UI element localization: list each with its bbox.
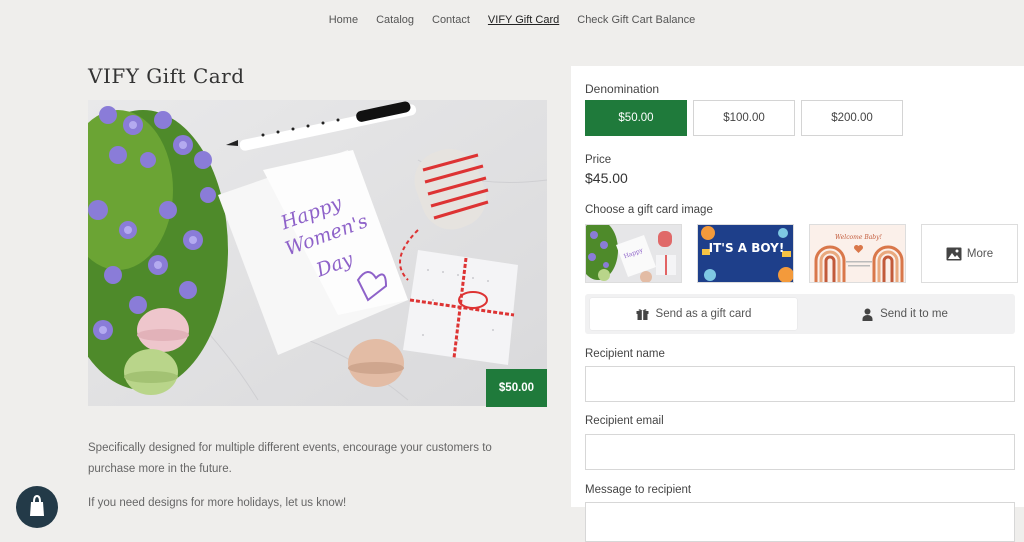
recipient-name-label: Recipient name: [585, 348, 665, 360]
nav-vify-gift-card[interactable]: VIFY Gift Card: [488, 14, 559, 26]
message-input[interactable]: [585, 502, 1015, 542]
denomination-option-50[interactable]: $50.00: [585, 100, 687, 136]
description-paragraph: If you need designs for more holidays, l…: [88, 497, 347, 509]
recipient-email-input[interactable]: [585, 434, 1015, 470]
thumbnail-its-a-boy[interactable]: IT'S A BOY!: [697, 224, 794, 283]
page-title: VIFY Gift Card: [88, 64, 245, 88]
thumbnail-womens-day[interactable]: Happy: [585, 224, 682, 283]
price-badge: $50.00: [486, 369, 547, 407]
more-images-button[interactable]: More: [921, 224, 1018, 283]
recipient-email-label: Recipient email: [585, 415, 664, 427]
chat-widget-button[interactable]: [16, 486, 58, 528]
top-navigation: Home Catalog Contact VIFY Gift Card Chec…: [0, 0, 1024, 40]
denomination-option-200[interactable]: $200.00: [801, 100, 903, 136]
send-as-gift-label: Send as a gift card: [655, 308, 752, 320]
recipient-name-input[interactable]: [585, 366, 1015, 402]
nav-catalog[interactable]: Catalog: [376, 14, 414, 26]
send-to-me-option[interactable]: Send it to me: [800, 298, 1010, 330]
product-description: Specifically designed for multiple diffe…: [88, 438, 538, 527]
send-as-gift-option[interactable]: Send as a gift card: [590, 298, 797, 330]
gift-card-thumbnails: Happy IT'S A BOY! Welcome Baby! More: [585, 224, 1018, 283]
shopping-bag-icon: [30, 494, 44, 516]
nav-check-balance[interactable]: Check Gift Cart Balance: [577, 14, 695, 26]
nav-home[interactable]: Home: [329, 14, 358, 26]
price-label: Price: [585, 154, 612, 166]
send-to-me-label: Send it to me: [880, 308, 948, 320]
thumbnail-welcome-baby[interactable]: Welcome Baby!: [809, 224, 906, 283]
thumbnail-text: Welcome Baby!: [835, 234, 882, 241]
user-icon: [862, 308, 873, 321]
image-icon: [946, 247, 962, 260]
description-paragraph: Specifically designed for multiple diffe…: [88, 442, 492, 475]
price-value: $45.00: [585, 170, 628, 186]
gift-box: [403, 250, 518, 365]
product-image: Happy Women's Day: [88, 100, 547, 406]
nav-contact[interactable]: Contact: [432, 14, 470, 26]
thumbnail-text: IT'S A BOY!: [709, 241, 785, 255]
denomination-label: Denomination: [585, 82, 660, 96]
denomination-option-100[interactable]: $100.00: [693, 100, 795, 136]
gift-icon: [636, 309, 649, 320]
gift-card-form: Denomination $50.00 $100.00 $200.00 Pric…: [571, 66, 1024, 542]
image-choice-label: Choose a gift card image: [585, 204, 713, 216]
denomination-options: $50.00 $100.00 $200.00: [585, 100, 903, 136]
message-label: Message to recipient: [585, 484, 692, 496]
delivery-toggle: Send as a gift card Send it to me: [585, 294, 1015, 334]
more-label: More: [966, 247, 994, 260]
